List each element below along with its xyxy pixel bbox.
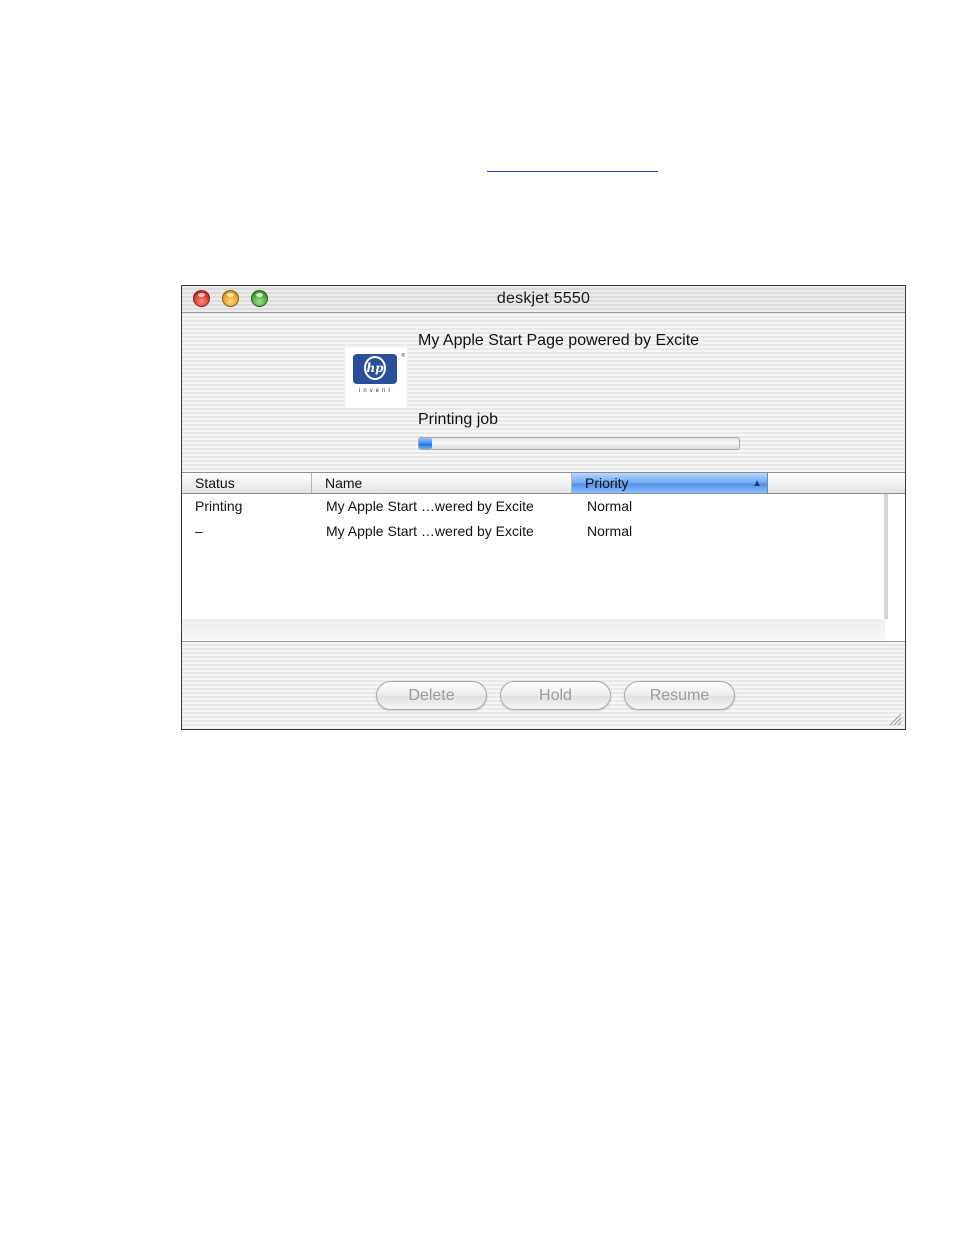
column-header-priority-label: Priority (585, 475, 629, 491)
table-row[interactable]: Printing My Apple Start …wered by Excite… (182, 494, 885, 519)
row-status: – (195, 523, 203, 539)
hp-logo-mark: ® (401, 353, 405, 359)
resize-grip-icon[interactable] (888, 712, 902, 726)
column-header-priority[interactable]: Priority ▲ (572, 473, 768, 493)
hp-logo-badge: hp (353, 354, 397, 384)
hp-logo-tagline: invent (358, 388, 393, 394)
hp-logo: hp ® invent (345, 348, 407, 408)
column-header-status[interactable]: Status (182, 473, 312, 493)
printer-queue-window: deskjet 5550 hp ® invent My Apple Start … (181, 285, 906, 730)
hp-logo-text: hp (364, 356, 386, 380)
title-bar[interactable]: deskjet 5550 (182, 286, 905, 313)
row-priority: Normal (587, 523, 633, 539)
column-header-name[interactable]: Name (312, 473, 572, 493)
row-priority: Normal (587, 498, 633, 514)
delete-button[interactable]: Delete (376, 681, 487, 710)
document-link-underline[interactable] (487, 171, 658, 172)
hold-button[interactable]: Hold (500, 681, 611, 710)
resume-button[interactable]: Resume (624, 681, 735, 710)
table-row[interactable]: – My Apple Start …wered by Excite Normal (182, 519, 885, 544)
sort-ascending-icon: ▲ (752, 478, 762, 489)
row-name: My Apple Start …wered by Excite (326, 498, 534, 514)
vertical-scrollbar[interactable] (884, 494, 888, 619)
current-job-status: Printing job (418, 411, 499, 428)
job-progress-fill (419, 438, 432, 449)
table-footer-band (182, 619, 885, 641)
table-header: Status Name Priority ▲ (182, 473, 905, 494)
row-name: My Apple Start …wered by Excite (326, 523, 534, 539)
job-progress-bar (418, 437, 740, 450)
window-title: deskjet 5550 (496, 290, 591, 307)
row-status: Printing (195, 498, 243, 514)
print-queue-table: Status Name Priority ▲ Printing My Apple… (182, 472, 905, 642)
current-job-title: My Apple Start Page powered by Excite (418, 332, 700, 349)
